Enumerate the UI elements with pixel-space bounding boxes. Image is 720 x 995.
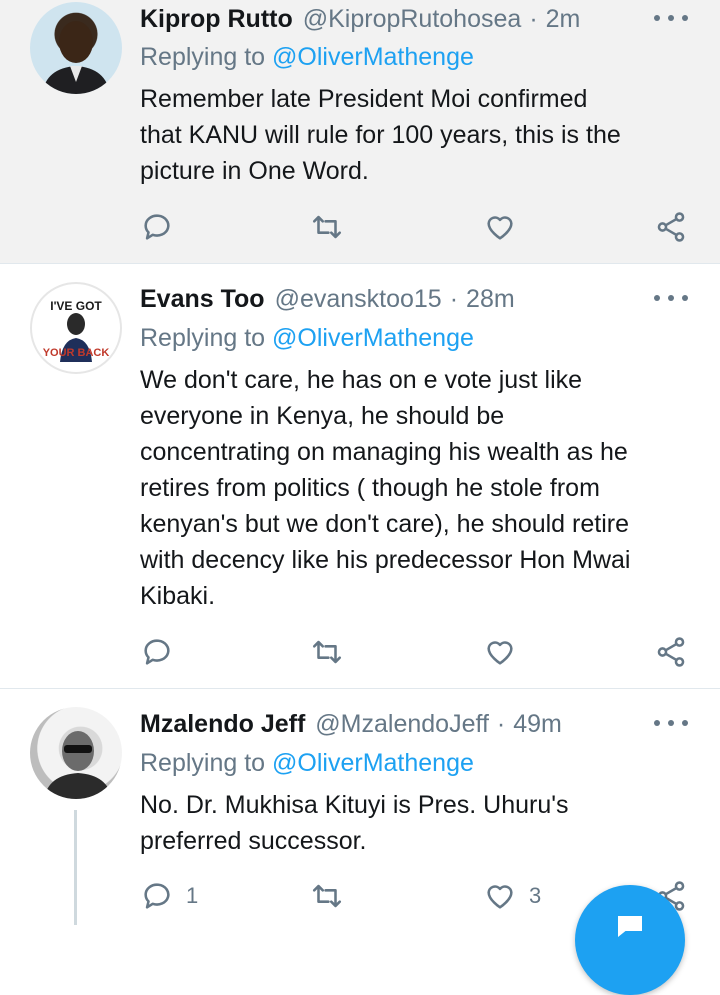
more-icon[interactable] <box>654 288 688 308</box>
avatar[interactable]: I'VE GOT YOUR BACK <box>30 282 122 374</box>
tweet-kiprop-rutto[interactable]: Kiprop Rutto @KipropRutohosea · 2m Reply… <box>0 0 720 264</box>
reply-button[interactable]: 1 <box>140 876 198 916</box>
like-icon <box>487 216 513 240</box>
tweet-header: Kiprop Rutto @KipropRutohosea · 2m <box>140 2 696 36</box>
tweet-actions <box>140 207 700 247</box>
retweet-icon <box>312 215 342 239</box>
tweet-actions <box>140 632 700 672</box>
user-handle[interactable]: @evansktoo15 <box>275 285 442 314</box>
reply-icon <box>144 639 170 665</box>
more-icon[interactable] <box>654 8 688 28</box>
user-handle[interactable]: @MzalendoJeff <box>315 710 489 739</box>
mention-link[interactable]: @OliverMathenge <box>272 43 474 71</box>
replying-to: Replying to @OliverMathenge <box>140 749 474 778</box>
like-count: 3 <box>529 883 542 908</box>
mention-link[interactable]: @OliverMathenge <box>272 749 474 777</box>
replying-to: Replying to @OliverMathenge <box>140 324 474 353</box>
avatar[interactable] <box>30 707 122 799</box>
share-icon <box>657 212 685 242</box>
retweet-icon <box>312 640 342 664</box>
replying-to: Replying to @OliverMathenge <box>140 43 474 72</box>
reply-button[interactable] <box>140 632 186 672</box>
like-button[interactable] <box>483 632 529 672</box>
display-name[interactable]: Mzalendo Jeff <box>140 710 305 739</box>
replying-label: Replying to <box>140 324 273 352</box>
compose-icon <box>618 916 642 937</box>
share-icon <box>657 637 685 667</box>
share-button[interactable] <box>654 632 688 672</box>
replying-label: Replying to <box>140 43 273 71</box>
timestamp[interactable]: 49m <box>513 710 562 739</box>
retweet-button[interactable] <box>310 207 344 247</box>
separator-dot: · <box>529 4 538 33</box>
reply-icon <box>144 883 170 909</box>
retweet-button[interactable] <box>310 632 344 672</box>
avatar-badge-bottom: YOUR BACK <box>43 347 110 359</box>
tweet-text: We don't care, he has on e vote just lik… <box>140 366 631 610</box>
tweet-header: Mzalendo Jeff @MzalendoJeff · 49m <box>140 707 696 741</box>
user-handle[interactable]: @KipropRutohosea <box>303 5 522 34</box>
retweet-icon <box>312 884 342 908</box>
display-name[interactable]: Kiprop Rutto <box>140 5 293 34</box>
like-button[interactable]: 3 <box>483 876 541 916</box>
tweet-header: Evans Too @evansktoo15 · 28m <box>140 282 696 316</box>
reply-button[interactable] <box>140 207 186 247</box>
more-icon[interactable] <box>654 713 688 733</box>
tweet-text: No. Dr. Mukhisa Kituyi is Pres. Uhuru's … <box>140 791 569 855</box>
tweet-evans-too[interactable]: I'VE GOT YOUR BACK Evans Too @evansktoo1… <box>0 265 720 689</box>
thread-line <box>74 810 77 925</box>
display-name[interactable]: Evans Too <box>140 285 265 314</box>
reply-icon <box>144 214 170 240</box>
separator-dot: · <box>496 709 506 738</box>
compose-button[interactable] <box>575 885 685 995</box>
like-icon <box>487 885 513 909</box>
timestamp[interactable]: 2m <box>546 5 581 34</box>
avatar-badge-top: I'VE GOT <box>50 299 102 313</box>
replying-label: Replying to <box>140 749 273 777</box>
tweet-text: Remember late President Moi confirmed th… <box>140 85 621 185</box>
avatar[interactable] <box>30 2 122 94</box>
mention-link[interactable]: @OliverMathenge <box>272 324 474 352</box>
reply-count: 1 <box>186 883 199 908</box>
retweet-button[interactable] <box>310 876 344 916</box>
like-button[interactable] <box>483 207 529 247</box>
separator-dot: · <box>449 284 459 313</box>
timestamp[interactable]: 28m <box>466 285 515 314</box>
share-button[interactable] <box>654 207 688 247</box>
like-icon <box>487 641 513 665</box>
